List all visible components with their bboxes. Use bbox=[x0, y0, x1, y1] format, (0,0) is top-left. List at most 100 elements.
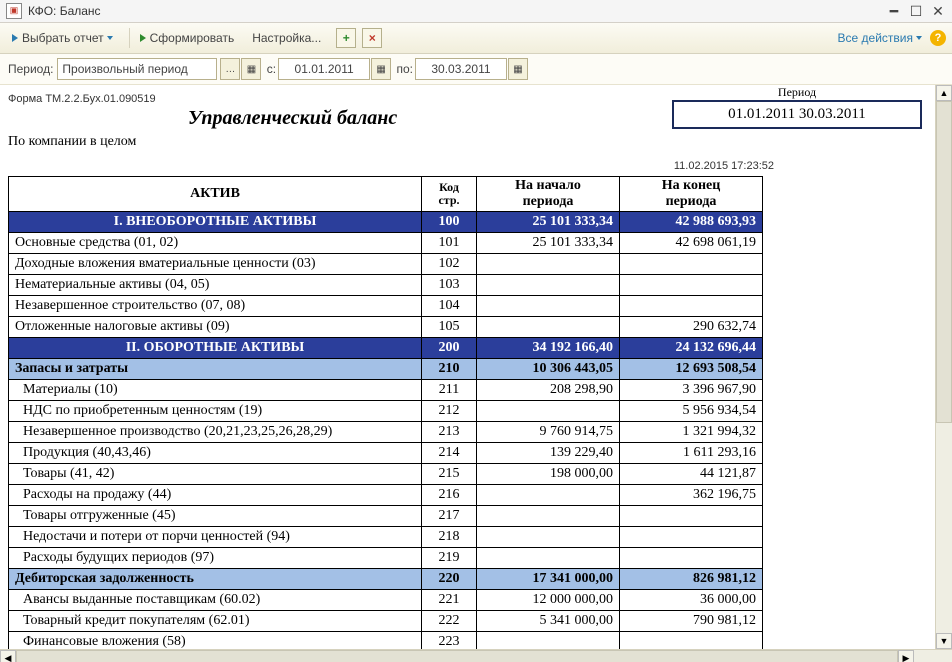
scroll-left-button[interactable]: ◀ bbox=[0, 650, 16, 662]
table-row[interactable]: Товары (41, 42)215198 000,0044 121,87 bbox=[9, 464, 763, 485]
table-row[interactable]: Незавершенное производство (20,21,23,25,… bbox=[9, 422, 763, 443]
col-header-end-l1: На конец bbox=[662, 178, 721, 193]
from-label: с: bbox=[267, 62, 276, 76]
remove-panel-button[interactable]: × bbox=[362, 28, 382, 48]
table-row[interactable]: I. ВНЕОБОРОТНЫЕ АКТИВЫ10025 101 333,3442… bbox=[9, 212, 763, 233]
cell-end: 42 988 693,93 bbox=[620, 212, 763, 233]
col-header-name-text: АКТИВ bbox=[190, 186, 240, 201]
period-type-field[interactable]: Произвольный период bbox=[57, 58, 217, 80]
cell-code: 211 bbox=[422, 380, 477, 401]
cell-begin: 17 341 000,00 bbox=[477, 569, 620, 590]
chevron-down-icon bbox=[916, 36, 922, 40]
window-title: КФО: Баланс bbox=[28, 4, 101, 18]
all-actions-button[interactable]: Все действия bbox=[838, 31, 922, 45]
table-row[interactable]: Запасы и затраты21010 306 443,0512 693 5… bbox=[9, 359, 763, 380]
help-button[interactable]: ? bbox=[930, 30, 946, 46]
table-row[interactable]: Продукция (40,43,46)214139 229,401 611 2… bbox=[9, 443, 763, 464]
cell-begin bbox=[477, 548, 620, 569]
timestamp-label: 11.02.2015 17:23:52 bbox=[8, 160, 774, 172]
to-date-value: 30.03.2011 bbox=[431, 62, 490, 76]
table-row[interactable]: Основные средства (01, 02)10125 101 333,… bbox=[9, 233, 763, 254]
period-caption: Период bbox=[672, 85, 922, 100]
cell-name: Запасы и затраты bbox=[9, 359, 422, 380]
cell-name: НДС по приобретенным ценностям (19) bbox=[9, 401, 422, 422]
chevron-down-icon bbox=[107, 36, 113, 40]
table-row[interactable]: Расходы будущих периодов (97)219 bbox=[9, 548, 763, 569]
col-header-name: АКТИВ bbox=[9, 177, 422, 212]
cell-end: 42 698 061,19 bbox=[620, 233, 763, 254]
table-row[interactable]: Товарный кредит покупателям (62.01)2225 … bbox=[9, 611, 763, 632]
cell-name: I. ВНЕОБОРОТНЫЕ АКТИВЫ bbox=[9, 212, 422, 233]
table-row[interactable]: Финансовые вложения (58)223 bbox=[9, 632, 763, 650]
minimize-button[interactable]: ━ bbox=[884, 3, 904, 19]
period-pick-button[interactable]: … bbox=[220, 58, 240, 80]
calendar-icon: ▦ bbox=[513, 64, 522, 75]
table-row[interactable]: Доходные вложения вматериальные ценности… bbox=[9, 254, 763, 275]
table-row[interactable]: Дебиторская задолженность22017 341 000,0… bbox=[9, 569, 763, 590]
toolbar: Выбрать отчет Сформировать Настройка... … bbox=[0, 23, 952, 54]
from-date-field[interactable]: 01.01.2011 bbox=[278, 58, 370, 80]
cell-end: 362 196,75 bbox=[620, 485, 763, 506]
params-row: Период: Произвольный период … ▦ с: 01.01… bbox=[0, 54, 952, 85]
table-row[interactable]: Нематериальные активы (04, 05)103 bbox=[9, 275, 763, 296]
settings-button[interactable]: Настройка... bbox=[246, 29, 327, 47]
table-row[interactable]: II. ОБОРОТНЫЕ АКТИВЫ20034 192 166,4024 1… bbox=[9, 338, 763, 359]
window-titlebar: ▣ КФО: Баланс ━ ☐ ✕ bbox=[0, 0, 952, 23]
scroll-right-button[interactable]: ▶ bbox=[898, 650, 914, 662]
cell-name: Незавершенное производство (20,21,23,25,… bbox=[9, 422, 422, 443]
scroll-down-button[interactable]: ▼ bbox=[936, 633, 952, 649]
col-header-begin-l2: периода bbox=[523, 194, 574, 209]
cell-end: 1 611 293,16 bbox=[620, 443, 763, 464]
cell-name: Товарный кредит покупателям (62.01) bbox=[9, 611, 422, 632]
cell-begin bbox=[477, 632, 620, 650]
table-row[interactable]: Отложенные налоговые активы (09)105290 6… bbox=[9, 317, 763, 338]
table-row[interactable]: Расходы на продажу (44)216362 196,75 bbox=[9, 485, 763, 506]
document-area: Форма ТМ.2.2.Бух.01.090519 Период 01.01.… bbox=[0, 85, 952, 649]
add-panel-button[interactable]: + bbox=[336, 28, 356, 48]
from-calendar-button[interactable]: ▦ bbox=[371, 58, 391, 80]
table-row[interactable]: Материалы (10)211208 298,903 396 967,90 bbox=[9, 380, 763, 401]
cell-end: 5 956 934,54 bbox=[620, 401, 763, 422]
toolbar-separator bbox=[129, 28, 130, 48]
cell-begin: 198 000,00 bbox=[477, 464, 620, 485]
cell-code: 210 bbox=[422, 359, 477, 380]
cell-end: 24 132 696,44 bbox=[620, 338, 763, 359]
generate-button[interactable]: Сформировать bbox=[134, 29, 241, 47]
cell-code: 105 bbox=[422, 317, 477, 338]
period-type-value: Произвольный период bbox=[62, 62, 187, 76]
cell-end: 290 632,74 bbox=[620, 317, 763, 338]
cell-begin bbox=[477, 527, 620, 548]
table-row[interactable]: Недостачи и потери от порчи ценностей (9… bbox=[9, 527, 763, 548]
vertical-scrollbar[interactable]: ▲ ▼ bbox=[935, 85, 952, 649]
cell-begin bbox=[477, 485, 620, 506]
cell-code: 217 bbox=[422, 506, 477, 527]
scroll-thumb-vertical[interactable] bbox=[936, 101, 952, 423]
cell-end bbox=[620, 296, 763, 317]
col-header-code-l2: стр. bbox=[438, 193, 459, 207]
cell-begin: 34 192 166,40 bbox=[477, 338, 620, 359]
maximize-button[interactable]: ☐ bbox=[906, 3, 926, 19]
col-header-code: Код стр. bbox=[422, 177, 477, 212]
cell-code: 104 bbox=[422, 296, 477, 317]
table-row[interactable]: Товары отгруженные (45)217 bbox=[9, 506, 763, 527]
cell-code: 200 bbox=[422, 338, 477, 359]
col-header-begin-l1: На начало bbox=[515, 178, 581, 193]
close-button[interactable]: ✕ bbox=[928, 3, 948, 19]
cell-code: 216 bbox=[422, 485, 477, 506]
cell-name: Дебиторская задолженность bbox=[9, 569, 422, 590]
cell-name: II. ОБОРОТНЫЕ АКТИВЫ bbox=[9, 338, 422, 359]
period-calendar-button[interactable]: ▦ bbox=[241, 58, 261, 80]
cell-begin: 139 229,40 bbox=[477, 443, 620, 464]
to-calendar-button[interactable]: ▦ bbox=[508, 58, 528, 80]
cell-code: 212 bbox=[422, 401, 477, 422]
to-date-field[interactable]: 30.03.2011 bbox=[415, 58, 507, 80]
scroll-up-button[interactable]: ▲ bbox=[936, 85, 952, 101]
cell-end bbox=[620, 506, 763, 527]
scroll-thumb-horizontal[interactable] bbox=[16, 650, 898, 662]
horizontal-scrollbar[interactable]: ◀ ▶ bbox=[0, 649, 952, 662]
table-row[interactable]: НДС по приобретенным ценностям (19)212 5 … bbox=[9, 401, 763, 422]
table-row[interactable]: Незавершенное строительство (07, 08)104 bbox=[9, 296, 763, 317]
pick-report-button[interactable]: Выбрать отчет bbox=[6, 29, 119, 47]
all-actions-label: Все действия bbox=[838, 31, 913, 45]
table-row[interactable]: Авансы выданные поставщикам (60.02)22112… bbox=[9, 590, 763, 611]
